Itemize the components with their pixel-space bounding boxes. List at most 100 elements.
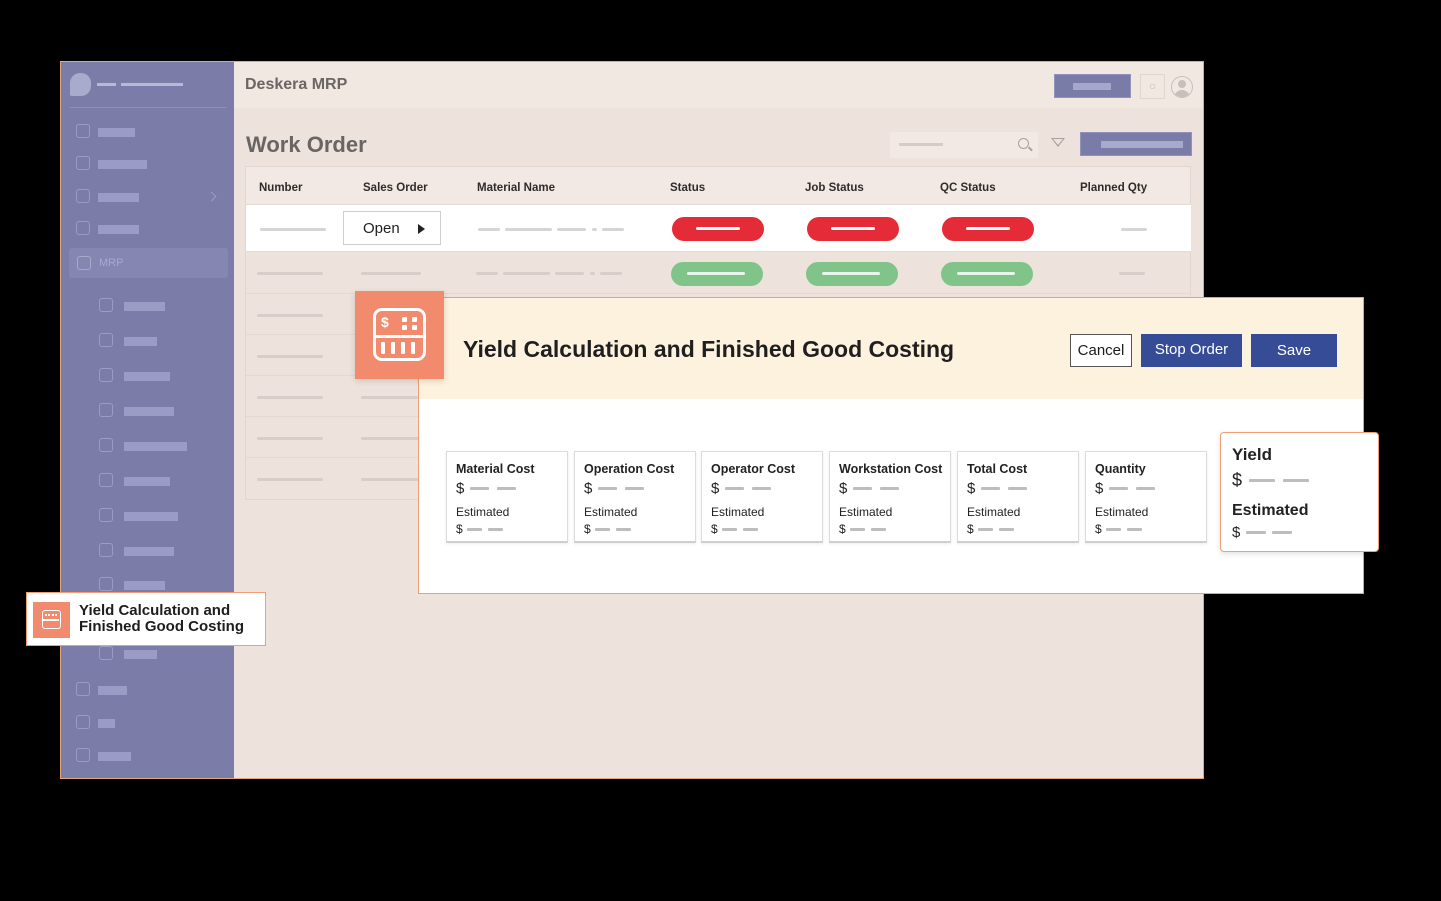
yield-card: Yield $ Estimated $ [1220,432,1379,552]
column-header-status[interactable]: Status [670,182,705,194]
yield-card-title: Yield [1232,445,1272,464]
material-cost-card: Material Cost $ Estimated $ [446,451,568,543]
card-currency: $ [839,522,846,536]
calculator-badge: $ [355,291,444,379]
user-avatar-icon[interactable] [1171,76,1193,98]
column-header-qc-status[interactable]: QC Status [940,182,996,194]
column-header-number[interactable]: Number [259,182,302,194]
feature-callout: Yield Calculation and Finished Good Cost… [26,592,266,646]
sidebar-item-icon [99,333,113,347]
sidebar-item-icon [76,715,90,729]
status-badge [672,217,764,241]
sidebar-divider [70,107,226,108]
yield-card-currency: $ [1232,524,1241,541]
modal-header: Yield Calculation and Finished Good Cost… [419,298,1363,399]
card-currency: $ [456,522,463,536]
card-title: Operation Cost [584,462,675,476]
yield-card-currency: $ [1232,470,1243,490]
total-cost-card: Total Cost $ Estimated $ [957,451,1079,543]
chevron-right-icon [206,191,217,202]
search-icon[interactable] [1018,138,1029,149]
calculator-dollar-icon: $ [381,314,391,330]
qc-status-badge [942,217,1034,241]
filter-icon[interactable] [1051,138,1065,147]
calculator-icon: $ [373,308,426,361]
modal-title: Yield Calculation and Finished Good Cost… [463,336,955,362]
card-estimated-label: Estimated [967,505,1021,519]
operator-cost-card: Operator Cost $ Estimated $ [701,451,823,543]
card-estimated-label: Estimated [711,505,765,519]
card-currency: $ [711,522,718,536]
save-button[interactable]: Save [1251,334,1337,367]
deskera-logo-icon [70,73,91,96]
card-currency: $ [711,480,720,497]
sidebar: MRP [61,62,234,778]
card-currency: $ [839,480,848,497]
job-status-badge [806,262,898,286]
workstation-cost-card: Workstation Cost $ Estimated $ [829,451,951,543]
sidebar-item-icon [76,189,90,203]
search-input[interactable] [890,132,1038,158]
sidebar-item-icon [76,156,90,170]
column-header-sales-order[interactable]: Sales Order [363,182,428,194]
sidebar-item-icon [99,508,113,522]
card-currency: $ [967,480,976,497]
job-status-badge [807,217,899,241]
callout-label: Yield Calculation and Finished Good Cost… [79,603,244,635]
sidebar-item-icon [76,124,90,138]
card-title: Operator Cost [711,462,796,476]
card-estimated-label: Estimated [456,505,510,519]
column-header-job-status[interactable]: Job Status [805,182,864,194]
sidebar-item-icon [99,577,113,591]
column-header-planned-qty[interactable]: Planned Qty [1080,182,1147,194]
card-title: Workstation Cost [839,462,943,476]
table-row[interactable] [246,253,1190,294]
operation-cost-card: Operation Cost $ Estimated $ [574,451,696,543]
app-title: Deskera MRP [245,76,348,93]
card-currency: $ [584,480,593,497]
card-estimated-label: Estimated [584,505,638,519]
add-work-order-button[interactable] [1080,132,1192,156]
sidebar-item-icon [76,221,90,235]
yield-card-estimated-label: Estimated [1232,502,1309,519]
card-currency: $ [1095,480,1104,497]
page-title: Work Order [246,132,367,157]
card-estimated-label: Estimated [1095,505,1149,519]
qc-status-badge [941,262,1033,286]
mrp-icon [77,256,91,270]
header-action-button[interactable] [1054,74,1131,98]
sidebar-org-placeholder[interactable] [121,83,183,86]
bell-icon[interactable]: ○ [1140,74,1165,99]
sidebar-item-icon [99,368,113,382]
card-currency: $ [584,522,591,536]
card-estimated-label: Estimated [839,505,893,519]
table-row[interactable]: Open [246,204,1191,252]
open-sales-order-button[interactable]: Open [343,211,441,245]
stop-order-button[interactable]: Stop Order [1141,334,1242,367]
sidebar-item-mrp-label: MRP [99,257,124,269]
sidebar-logo-placeholder [97,83,116,86]
card-currency: $ [967,522,974,536]
card-title: Total Cost [967,462,1028,476]
column-header-material-name[interactable]: Material Name [477,182,555,194]
card-currency: $ [1095,522,1102,536]
play-arrow-icon [418,224,425,234]
card-title: Material Cost [456,462,535,476]
callout-line-2: Finished Good Costing [79,618,244,635]
sidebar-item-icon [99,403,113,417]
cancel-button[interactable]: Cancel [1070,334,1132,367]
sidebar-item-icon [76,682,90,696]
sidebar-item-mrp[interactable]: MRP [69,248,228,278]
sidebar-item-icon [99,298,113,312]
callout-line-1: Yield Calculation and [79,602,231,619]
quantity-card: Quantity $ Estimated $ [1085,451,1207,543]
sidebar-item-icon [99,438,113,452]
calculator-icon [33,602,70,638]
table-header-row: Number Sales Order Material Name Status … [246,167,1190,205]
open-button-label: Open [363,220,400,237]
status-badge [671,262,763,286]
sidebar-item-icon [99,646,113,660]
card-title: Quantity [1095,462,1146,476]
sidebar-item-icon [99,543,113,557]
sidebar-item-icon [99,473,113,487]
